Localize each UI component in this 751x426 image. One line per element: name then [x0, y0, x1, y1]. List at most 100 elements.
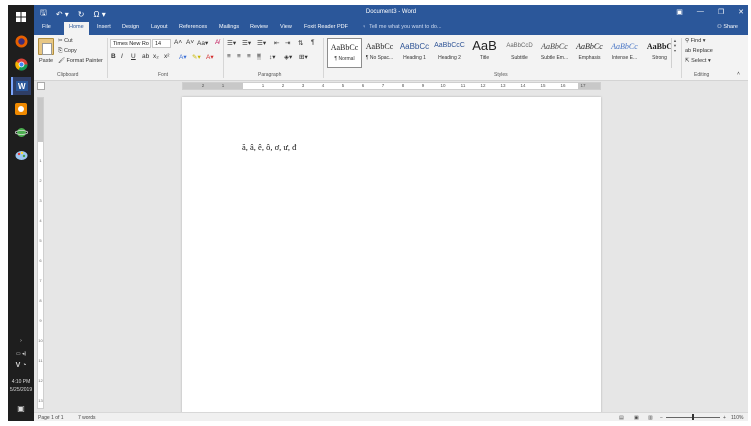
superscript-icon[interactable]: x² — [164, 53, 169, 60]
divider — [681, 38, 682, 78]
planet-app-icon[interactable] — [11, 123, 31, 141]
tray-network-icon[interactable]: ▭ ◂) — [8, 351, 34, 357]
bullets-icon[interactable]: ☰▾ — [227, 39, 236, 47]
style-subtle-emphasis[interactable]: AaBbCc Subtle Em... — [537, 38, 572, 68]
align-right-icon[interactable]: ≡ — [247, 53, 251, 60]
chrome-icon[interactable] — [11, 55, 31, 73]
borders-icon[interactable]: ⊞▾ — [299, 53, 308, 61]
ribbon-display-icon[interactable]: ▣ — [676, 8, 683, 16]
paste-button[interactable]: Paste — [39, 58, 53, 64]
read-mode-icon[interactable]: ▤ — [619, 415, 624, 421]
show-marks-icon[interactable]: ¶ — [311, 39, 315, 46]
change-case-icon[interactable]: Aa▾ — [197, 39, 208, 47]
font-color-icon[interactable]: A▾ — [206, 53, 214, 61]
copy-button[interactable]: ⎘ Copy — [58, 48, 77, 55]
shading-icon[interactable]: ◈▾ — [284, 53, 292, 61]
tab-foxit[interactable]: Foxit Reader PDF — [304, 24, 348, 30]
more-styles-icon[interactable]: ▾ — [672, 48, 678, 53]
clock-time[interactable]: 4:10 PM — [8, 379, 34, 385]
bold-button[interactable]: B — [111, 53, 116, 60]
paste-icon[interactable] — [38, 38, 54, 55]
collapse-ribbon-icon[interactable]: ˄ — [737, 71, 740, 77]
style-emphasis[interactable]: AaBbCc Emphasis — [572, 38, 607, 68]
word-icon[interactable]: W — [11, 77, 31, 95]
cut-button[interactable]: ✂ Cut — [58, 38, 73, 44]
decrease-indent-icon[interactable]: ⇤ — [274, 39, 279, 47]
tab-review[interactable]: Review — [250, 24, 268, 30]
firefox-icon[interactable] — [11, 32, 31, 50]
style-normal[interactable]: AaBbCc ¶ Normal — [327, 38, 362, 68]
select-button[interactable]: ⇱ Select ▾ — [685, 58, 711, 64]
orange-app-icon[interactable] — [11, 100, 31, 118]
shrink-font-icon[interactable]: A˅ — [186, 39, 194, 46]
ruler-tick: 6 — [39, 258, 42, 263]
tab-home[interactable]: Home — [64, 22, 89, 35]
tell-me-box[interactable]: ♀ Tell me what you want to do... — [362, 24, 442, 30]
tab-insert[interactable]: Insert — [97, 24, 111, 30]
share-button[interactable]: ⚇ Share — [717, 24, 738, 30]
zoom-thumb[interactable] — [692, 414, 694, 420]
text-effects-icon[interactable]: A▾ — [179, 53, 187, 61]
divider — [223, 38, 224, 78]
vertical-ruler[interactable]: 1 2 3 4 5 6 7 8 9 10 11 12 13 — [37, 97, 44, 409]
word-count[interactable]: 7 words — [78, 415, 96, 421]
zoom-in-icon[interactable]: + — [723, 415, 726, 421]
close-icon[interactable]: ✕ — [738, 8, 744, 16]
style-subtitle[interactable]: AaBbCcD Subtitle — [502, 38, 537, 68]
replace-button[interactable]: ab Replace — [685, 48, 713, 54]
align-center-icon[interactable]: ≡ — [237, 53, 241, 60]
subscript-icon[interactable]: x₂ — [153, 53, 159, 60]
zoom-level[interactable]: 110% — [731, 415, 743, 421]
style-intense-emphasis[interactable]: AaBbCc Intense E... — [607, 38, 642, 68]
document-text[interactable]: ă, â, ê, ô, ơ, ư, đ — [242, 142, 296, 152]
justify-icon[interactable]: ≡ — [257, 53, 261, 60]
web-layout-icon[interactable]: ▥ — [648, 415, 653, 421]
line-spacing-icon[interactable]: ↕▾ — [269, 53, 276, 61]
highlight-icon[interactable]: ✎▾ — [192, 53, 201, 61]
numbering-icon[interactable]: ☰▾ — [242, 39, 251, 47]
multilevel-list-icon[interactable]: ☰▾ — [257, 39, 266, 47]
minimize-icon[interactable]: — — [697, 8, 704, 16]
windows-start-icon[interactable] — [11, 8, 31, 26]
notification-icon[interactable]: ▣ — [8, 404, 34, 413]
format-painter-label: Format Painter — [66, 58, 103, 64]
clear-formatting-icon[interactable]: A̸ — [215, 39, 219, 46]
style-heading-2[interactable]: AaBbCcC Heading 2 — [432, 38, 467, 68]
tab-selector[interactable] — [37, 82, 45, 90]
strikethrough-icon[interactable]: ab — [142, 53, 149, 60]
format-painter-button[interactable]: 🖌 Format Painter — [58, 58, 103, 64]
align-left-icon[interactable]: ≡ — [227, 53, 231, 60]
style-heading-1[interactable]: AaBbCc Heading 1 — [397, 38, 432, 68]
underline-button[interactable]: U — [131, 53, 136, 60]
italic-button[interactable]: I — [121, 53, 123, 60]
tab-references[interactable]: References — [179, 24, 207, 30]
tell-me-text: Tell me what you want to do... — [369, 24, 442, 30]
font-size-select[interactable]: 14 — [152, 39, 171, 48]
tab-mailings[interactable]: Mailings — [219, 24, 239, 30]
find-label: Find — [690, 38, 702, 44]
tray-chevron-icon[interactable]: › — [8, 338, 34, 344]
increase-indent-icon[interactable]: ⇥ — [285, 39, 290, 47]
restore-icon[interactable]: ❐ — [718, 8, 724, 16]
page-count[interactable]: Page 1 of 1 — [38, 415, 64, 421]
styles-scroll[interactable]: ▲ ▼ ▾ — [671, 38, 678, 68]
tray-v-icon[interactable]: V ◔ — [8, 362, 34, 369]
tab-view[interactable]: View — [280, 24, 292, 30]
vertical-scrollbar[interactable] — [740, 90, 748, 412]
tab-file[interactable]: File — [42, 24, 51, 30]
sort-icon[interactable]: ⇅ — [298, 39, 303, 47]
style-title[interactable]: AaB Title — [467, 38, 502, 68]
ruler-tick: 1 — [221, 83, 225, 88]
tab-design[interactable]: Design — [122, 24, 139, 30]
style-no-spacing[interactable]: AaBbCc ¶ No Spac... — [362, 38, 397, 68]
paint-icon[interactable] — [11, 146, 31, 164]
font-name-select[interactable]: Times New Ro — [110, 39, 151, 48]
horizontal-ruler[interactable]: 2 1 1 2 3 4 5 6 7 8 9 10 11 12 13 14 15 … — [182, 82, 601, 90]
find-button[interactable]: ⚲ Find ▾ — [685, 38, 706, 44]
document-page[interactable]: ă, â, ê, ô, ơ, ư, đ — [182, 97, 601, 415]
tab-layout[interactable]: Layout — [151, 24, 168, 30]
print-layout-icon[interactable]: ▣ — [634, 415, 639, 421]
grow-font-icon[interactable]: A˄ — [174, 39, 182, 46]
zoom-out-icon[interactable]: − — [660, 415, 663, 421]
clock-date[interactable]: 5/25/2019 — [8, 387, 34, 393]
